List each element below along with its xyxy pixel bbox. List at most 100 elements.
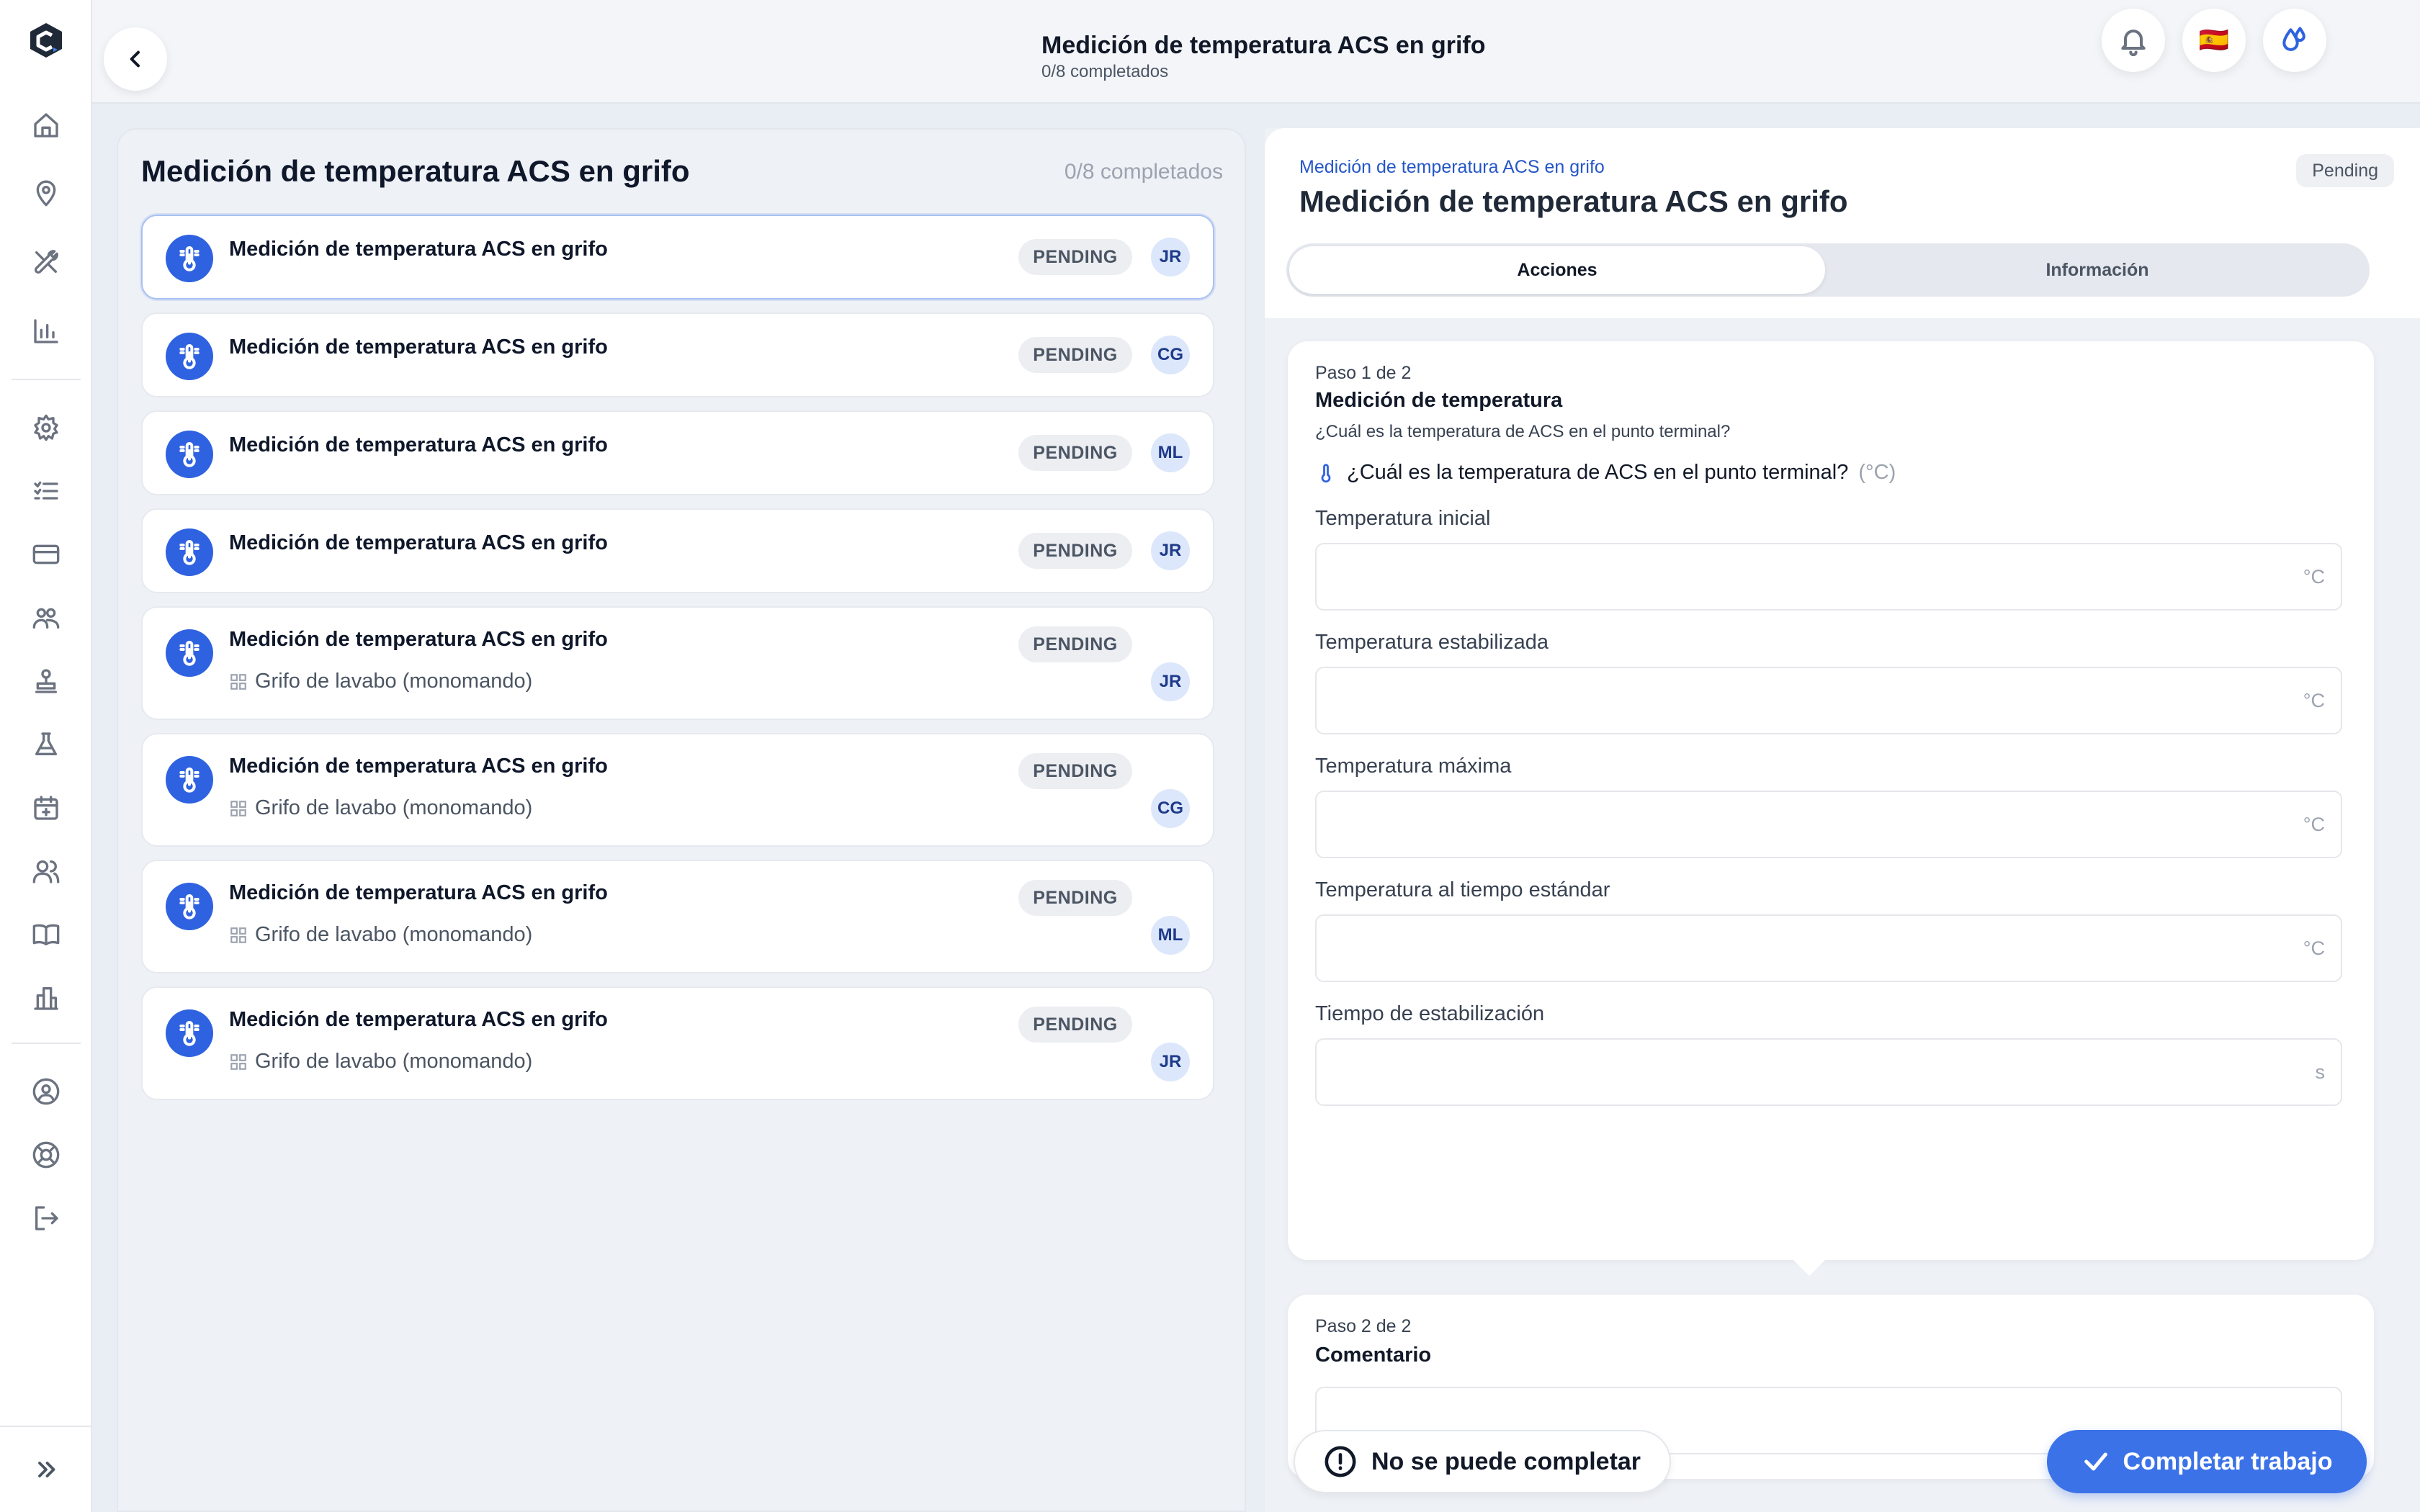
action-bar: No se puede completar Completar trabajo: [1265, 1411, 2420, 1512]
detail-title: Medición de temperatura ACS en grifo: [1299, 184, 1848, 218]
logout-icon[interactable]: [29, 1201, 63, 1236]
sidebar: [0, 0, 92, 1512]
step-label: Paso 2 de 2: [1315, 1316, 1412, 1336]
task-card[interactable]: Medición de temperatura ACS en grifo PEN…: [141, 508, 1214, 593]
task-list-panel: Medición de temperatura ACS en grifo 0/8…: [117, 128, 1246, 1512]
task-card[interactable]: Medición de temperatura ACS en grifo PEN…: [141, 410, 1214, 495]
page-progress: 0/8 completados: [1041, 62, 1169, 81]
list-title: Medición de temperatura ACS en grifo: [141, 154, 690, 188]
page-title: Medición de temperatura ACS en grifo: [1041, 32, 1486, 59]
field-unit: °C: [2303, 814, 2325, 835]
field-label: Temperatura máxima: [1315, 755, 1512, 778]
asset-icon: [230, 800, 246, 816]
task-status-badge: PENDING: [1018, 1007, 1132, 1043]
home-icon[interactable]: [29, 108, 63, 143]
gear-icon[interactable]: [29, 410, 63, 445]
initial-temperature-input[interactable]: °C: [1315, 543, 2342, 611]
step-1-card: Paso 1 de 2 Medición de temperatura ¿Cuá…: [1288, 341, 2374, 1260]
task-title: Medición de temperatura ACS en grifo: [229, 755, 608, 778]
cannot-complete-label: No se puede completar: [1371, 1447, 1641, 1475]
credit-card-icon[interactable]: [29, 537, 63, 572]
stabilization-time-input[interactable]: s: [1315, 1038, 2342, 1106]
task-title: Medición de temperatura ACS en grifo: [229, 628, 608, 651]
task-status-badge: PENDING: [1018, 239, 1132, 275]
task-card[interactable]: Medición de temperatura ACS en grifo Gri…: [141, 986, 1214, 1100]
field-unit: °C: [2303, 566, 2325, 588]
assignee-avatar: CG: [1151, 336, 1190, 374]
assignee-avatar: JR: [1151, 531, 1190, 570]
flask-icon[interactable]: [29, 727, 63, 762]
question: ¿Cuál es la temperatura de ACS en el pun…: [1315, 461, 1896, 485]
maximum-temperature-input[interactable]: °C: [1315, 791, 2342, 858]
task-detail-panel: Medición de temperatura ACS en grifo Med…: [1265, 128, 2420, 1512]
stabilized-temperature-input[interactable]: °C: [1315, 667, 2342, 734]
complete-job-label: Completar trabajo: [2123, 1447, 2333, 1475]
detail-header: Medición de temperatura ACS en grifo Med…: [1265, 128, 2420, 318]
book-icon[interactable]: [29, 917, 63, 952]
lifebuoy-icon[interactable]: [29, 1138, 63, 1172]
notifications-button[interactable]: [2102, 9, 2165, 72]
thermometer-icon: [166, 333, 213, 380]
standard-time-temperature-input[interactable]: °C: [1315, 914, 2342, 982]
stamp-icon[interactable]: [29, 664, 63, 698]
complete-job-button[interactable]: Completar trabajo: [2047, 1430, 2367, 1493]
step-title: Comentario: [1315, 1344, 1432, 1367]
thermometer-icon: [1321, 463, 1331, 482]
step-title: Medición de temperatura: [1315, 389, 1563, 412]
task-card[interactable]: Medición de temperatura ACS en grifo PEN…: [141, 312, 1214, 397]
task-card[interactable]: Medición de temperatura ACS en grifo Gri…: [141, 606, 1214, 720]
thermometer-icon: [166, 756, 213, 804]
user-circle-icon[interactable]: [29, 1074, 63, 1109]
building-icon[interactable]: [29, 981, 63, 1015]
users-group-icon[interactable]: [29, 600, 63, 635]
thermometer-icon: [166, 235, 213, 282]
task-title: Medición de temperatura ACS en grifo: [229, 531, 608, 554]
task-asset: Grifo de lavabo (monomando): [229, 670, 532, 693]
field-unit: °C: [2303, 937, 2325, 959]
task-title: Medición de temperatura ACS en grifo: [229, 238, 608, 261]
double-chevron-right-icon: [38, 1462, 55, 1477]
question-unit: (°C): [1858, 461, 1896, 484]
cannot-complete-button[interactable]: No se puede completar: [1294, 1430, 1671, 1493]
field-unit: °C: [2303, 690, 2325, 711]
task-asset: Grifo de lavabo (monomando): [229, 923, 532, 947]
tab-informacion[interactable]: Información: [1828, 246, 2367, 294]
nav-divider: [12, 1043, 81, 1044]
field-label: Temperatura al tiempo estándar: [1315, 878, 1610, 901]
task-status-badge: PENDING: [1018, 880, 1132, 916]
field-label: Tiempo de estabilización: [1315, 1002, 1545, 1025]
task-card[interactable]: Medición de temperatura ACS en grifo PEN…: [141, 215, 1214, 300]
language-button[interactable]: 🇪🇸: [2182, 9, 2246, 72]
task-status-badge: PENDING: [1018, 533, 1132, 569]
water-drops-button[interactable]: [2263, 9, 2326, 72]
task-asset: Grifo de lavabo (monomando): [229, 796, 532, 820]
tools-icon[interactable]: [29, 245, 63, 279]
task-card[interactable]: Medición de temperatura ACS en grifo Gri…: [141, 733, 1214, 847]
task-title: Medición de temperatura ACS en grifo: [229, 433, 608, 456]
breadcrumb[interactable]: Medición de temperatura ACS en grifo: [1299, 157, 1605, 178]
list-progress-count: 0/8 completados: [1064, 160, 1223, 184]
checklist-icon[interactable]: [29, 474, 63, 508]
assignee-avatar: JR: [1151, 662, 1190, 701]
asset-icon: [230, 673, 246, 690]
task-card[interactable]: Medición de temperatura ACS en grifo Gri…: [141, 860, 1214, 973]
step-description: ¿Cuál es la temperatura de ACS en el pun…: [1315, 422, 1731, 441]
thermometer-icon: [166, 1009, 213, 1057]
top-bar: Medición de temperatura ACS en grifo 0/8…: [92, 0, 2420, 104]
assignee-avatar: JR: [1151, 238, 1190, 276]
back-button[interactable]: [104, 27, 167, 91]
water-drops-icon: [2282, 27, 2305, 51]
app-logo[interactable]: [26, 20, 66, 60]
expand-sidebar-button[interactable]: [0, 1426, 92, 1512]
task-title: Medición de temperatura ACS en grifo: [229, 1008, 608, 1031]
field-label: Temperatura estabilizada: [1315, 631, 1549, 654]
thermometer-icon: [166, 528, 213, 576]
question-text: ¿Cuál es la temperatura de ACS en el pun…: [1347, 461, 1849, 484]
tab-acciones[interactable]: Acciones: [1289, 246, 1825, 294]
calendar-icon[interactable]: [29, 791, 63, 825]
bar-chart-icon[interactable]: [29, 314, 63, 348]
location-pin-icon[interactable]: [29, 176, 63, 210]
task-asset-label: Grifo de lavabo (monomando): [255, 1050, 533, 1073]
team-icon[interactable]: [29, 854, 63, 888]
assignee-avatar: CG: [1151, 789, 1190, 828]
